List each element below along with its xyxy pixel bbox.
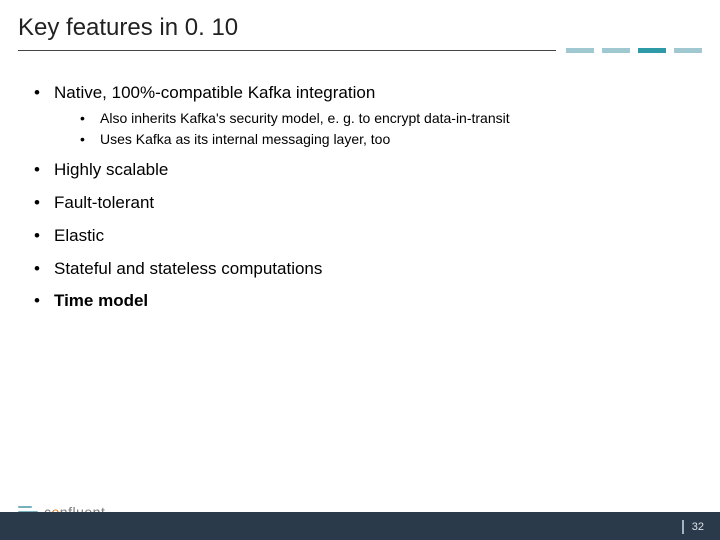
bullet-text: Highly scalable bbox=[54, 160, 168, 179]
slide-header: Key features in 0. 10 bbox=[0, 0, 720, 60]
accent-dash-icon bbox=[566, 48, 594, 53]
bullet-item: Fault-tolerant bbox=[34, 192, 686, 215]
page-number-value: 32 bbox=[692, 521, 704, 533]
sub-bullet-item: Also inherits Kafka's security model, e.… bbox=[80, 109, 686, 128]
accent-dash-icon bbox=[638, 48, 666, 53]
slide-title: Key features in 0. 10 bbox=[18, 14, 702, 42]
bullet-text: Elastic bbox=[54, 226, 104, 245]
bullet-text: Native, 100%-compatible Kafka integratio… bbox=[54, 83, 375, 102]
accent-dash-icon bbox=[674, 48, 702, 53]
bullet-text: Stateful and stateless computations bbox=[54, 259, 322, 278]
accent-dash-icon bbox=[602, 48, 630, 53]
bullet-text: Fault-tolerant bbox=[54, 193, 154, 212]
sub-bullet-text: Also inherits Kafka's security model, e.… bbox=[100, 110, 510, 126]
page-number: 32 bbox=[682, 520, 704, 534]
slide-footer-bar bbox=[0, 512, 720, 540]
sub-bullet-item: Uses Kafka as its internal messaging lay… bbox=[80, 130, 686, 149]
title-underline bbox=[18, 48, 702, 54]
bullet-text: Time model bbox=[54, 291, 148, 310]
slide-body: Native, 100%-compatible Kafka integratio… bbox=[0, 60, 720, 313]
sub-bullet-text: Uses Kafka as its internal messaging lay… bbox=[100, 131, 390, 147]
page-number-divider-icon bbox=[682, 520, 684, 534]
bullet-item: Stateful and stateless computations bbox=[34, 258, 686, 281]
bullet-item: Time model bbox=[34, 290, 686, 313]
bullet-item: Elastic bbox=[34, 225, 686, 248]
bullet-item: Highly scalable bbox=[34, 159, 686, 182]
bullet-item: Native, 100%-compatible Kafka integratio… bbox=[34, 82, 686, 149]
